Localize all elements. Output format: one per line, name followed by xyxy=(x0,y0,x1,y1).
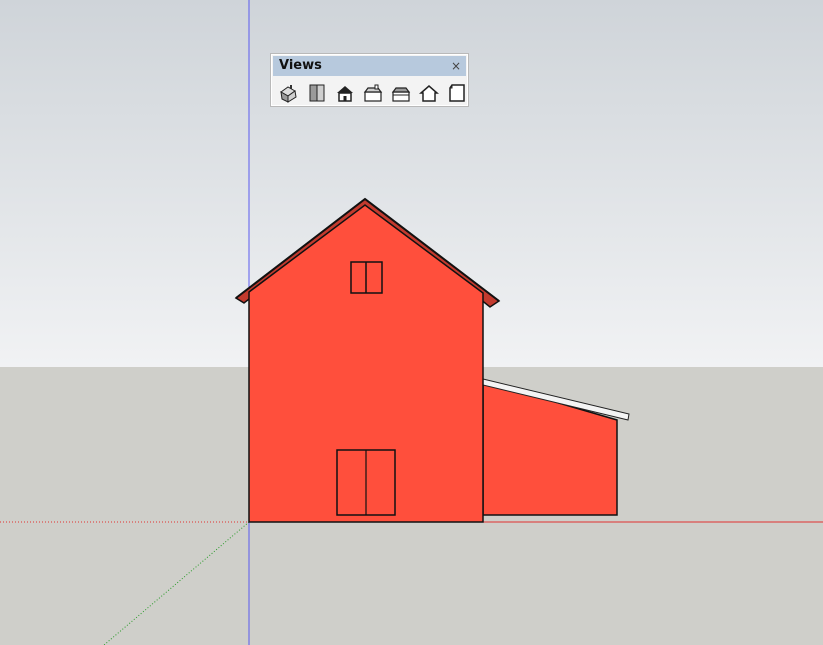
left-view-button[interactable] xyxy=(417,81,440,104)
back-view-button[interactable] xyxy=(389,81,412,104)
top-view-icon xyxy=(309,84,324,101)
iso-view-button[interactable] xyxy=(277,81,300,104)
green-axis-dotted xyxy=(103,521,250,645)
model-viewport[interactable]: Views × xyxy=(0,0,823,645)
main-house[interactable] xyxy=(234,197,501,523)
right-view-button[interactable] xyxy=(361,81,384,104)
left-house-icon xyxy=(418,84,439,102)
views-buttons xyxy=(277,81,468,105)
bottom-view-icon xyxy=(448,83,465,102)
top-view-button[interactable] xyxy=(305,81,328,104)
iso-house-icon xyxy=(279,84,297,103)
views-title: Views xyxy=(279,58,322,73)
bottom-view-button[interactable] xyxy=(445,81,468,104)
right-house-icon xyxy=(363,84,382,102)
back-house-icon xyxy=(391,86,410,102)
close-icon[interactable]: × xyxy=(451,57,461,75)
annex-shed[interactable] xyxy=(482,378,630,516)
views-titlebar[interactable]: Views × xyxy=(273,56,466,76)
front-view-button[interactable] xyxy=(333,81,356,104)
front-house-icon xyxy=(336,85,353,102)
views-toolbar[interactable]: Views × xyxy=(270,53,469,107)
